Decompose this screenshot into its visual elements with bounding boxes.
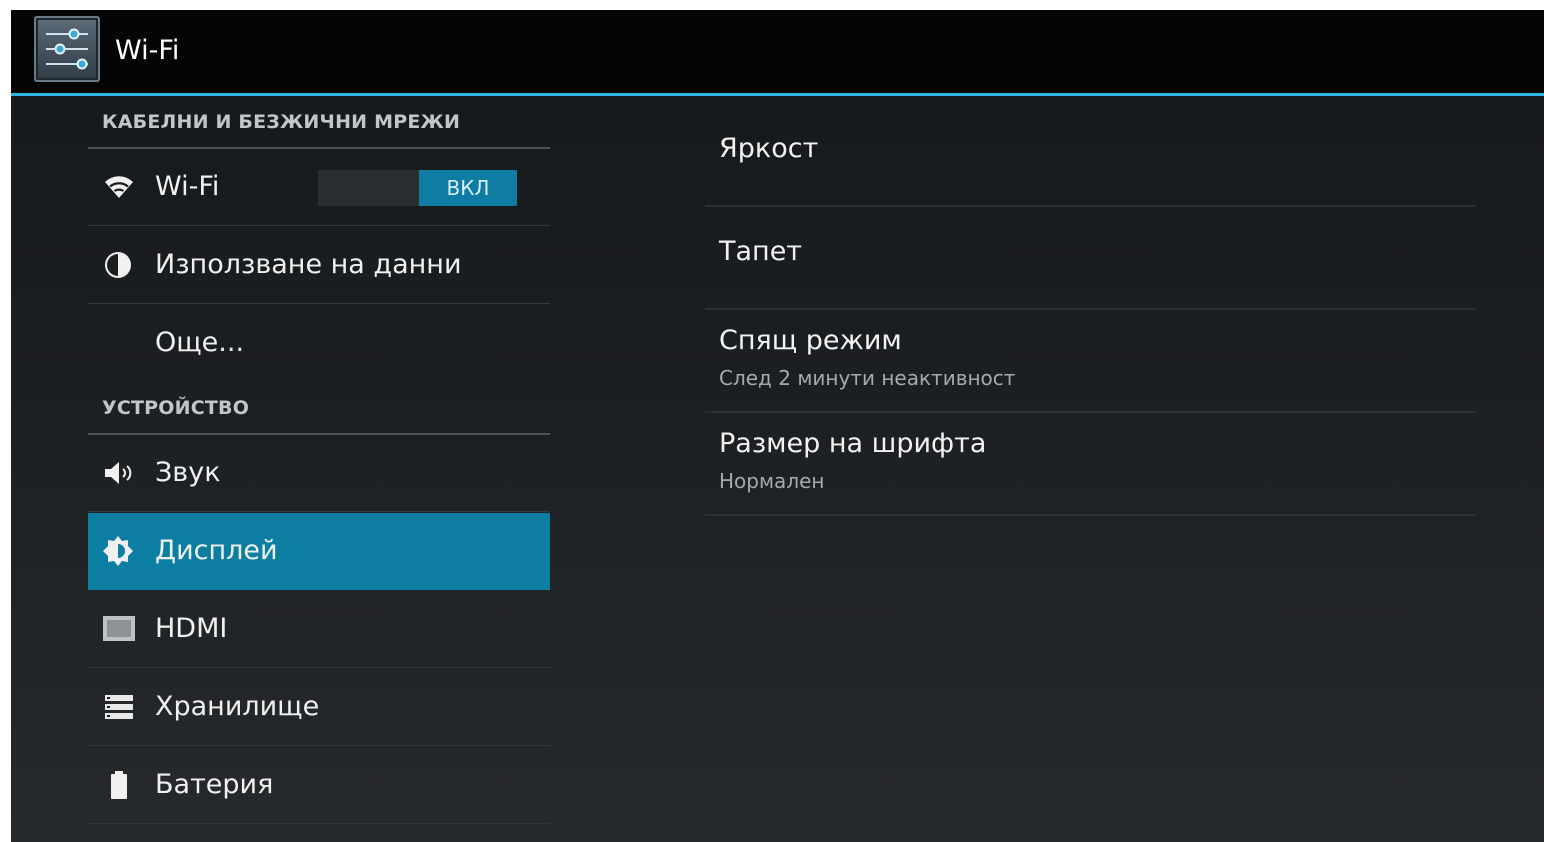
sidebar-item-sound[interactable]: Звук xyxy=(88,435,550,512)
sidebar-item-battery[interactable]: Батерия xyxy=(88,747,550,824)
app-title: Wi-Fi xyxy=(115,35,180,66)
sidebar-item-more[interactable]: Още... xyxy=(88,305,550,381)
pref-title: Тапет xyxy=(719,236,803,267)
sidebar-item-data-usage[interactable]: Използване на данни xyxy=(88,227,550,304)
sidebar-item-label: Дисплей xyxy=(155,535,278,566)
pref-title: Спящ режим xyxy=(719,325,902,356)
sidebar-item-label: Хранилище xyxy=(155,691,320,722)
wifi-icon xyxy=(102,171,136,203)
brightness-icon xyxy=(102,535,136,567)
display-settings-panel: Яркост Тапет Спящ режим След 2 минути не… xyxy=(705,103,1476,523)
settings-screen: Wi-Fi КАБЕЛНИ И БЕЗЖИЧНИ МРЕЖИ Wi-Fi ВКЛ xyxy=(11,10,1544,842)
section-header-label: КАБЕЛНИ И БЕЗЖИЧНИ МРЕЖИ xyxy=(102,111,461,133)
data-usage-icon xyxy=(102,249,136,281)
sidebar-item-storage[interactable]: Хранилище xyxy=(88,669,550,746)
pref-font-size[interactable]: Размер на шрифта Нормален xyxy=(705,412,1476,516)
sidebar-item-display[interactable]: Дисплей xyxy=(88,513,550,590)
speaker-icon xyxy=(102,457,136,489)
settings-sliders-icon[interactable] xyxy=(34,16,100,82)
sidebar-item-wifi[interactable]: Wi-Fi ВКЛ xyxy=(88,149,550,226)
hdmi-icon xyxy=(102,613,136,645)
pref-summary: Нормален xyxy=(719,469,825,493)
section-header-label: УСТРОЙСТВО xyxy=(102,397,250,419)
storage-icon xyxy=(102,691,136,723)
settings-categories-list: КАБЕЛНИ И БЕЗЖИЧНИ МРЕЖИ Wi-Fi ВКЛ Изпол… xyxy=(88,103,550,842)
action-bar: Wi-Fi xyxy=(11,10,1544,96)
toggle-on-label: ВКЛ xyxy=(419,170,517,206)
pref-title: Размер на шрифта xyxy=(719,428,987,459)
pref-wallpaper[interactable]: Тапет xyxy=(705,206,1476,310)
pref-sleep[interactable]: Спящ режим След 2 минути неактивност xyxy=(705,309,1476,413)
section-header-networks: КАБЕЛНИ И БЕЗЖИЧНИ МРЕЖИ xyxy=(88,103,550,149)
sidebar-item-label: HDMI xyxy=(155,613,228,644)
pref-summary: След 2 минути неактивност xyxy=(719,366,1016,390)
battery-icon xyxy=(102,769,136,801)
sidebar-item-label: Използване на данни xyxy=(155,249,462,280)
section-header-device: УСТРОЙСТВО xyxy=(88,389,550,435)
pref-brightness[interactable]: Яркост xyxy=(705,103,1476,207)
sidebar-item-hdmi[interactable]: HDMI xyxy=(88,591,550,668)
sidebar-item-label: Още... xyxy=(155,327,245,358)
sidebar-item-label: Батерия xyxy=(155,769,274,800)
pref-title: Яркост xyxy=(719,133,819,164)
sidebar-item-label: Wi-Fi xyxy=(155,171,220,202)
wifi-toggle-switch[interactable]: ВКЛ xyxy=(318,170,517,206)
sidebar-item-label: Звук xyxy=(155,457,221,488)
